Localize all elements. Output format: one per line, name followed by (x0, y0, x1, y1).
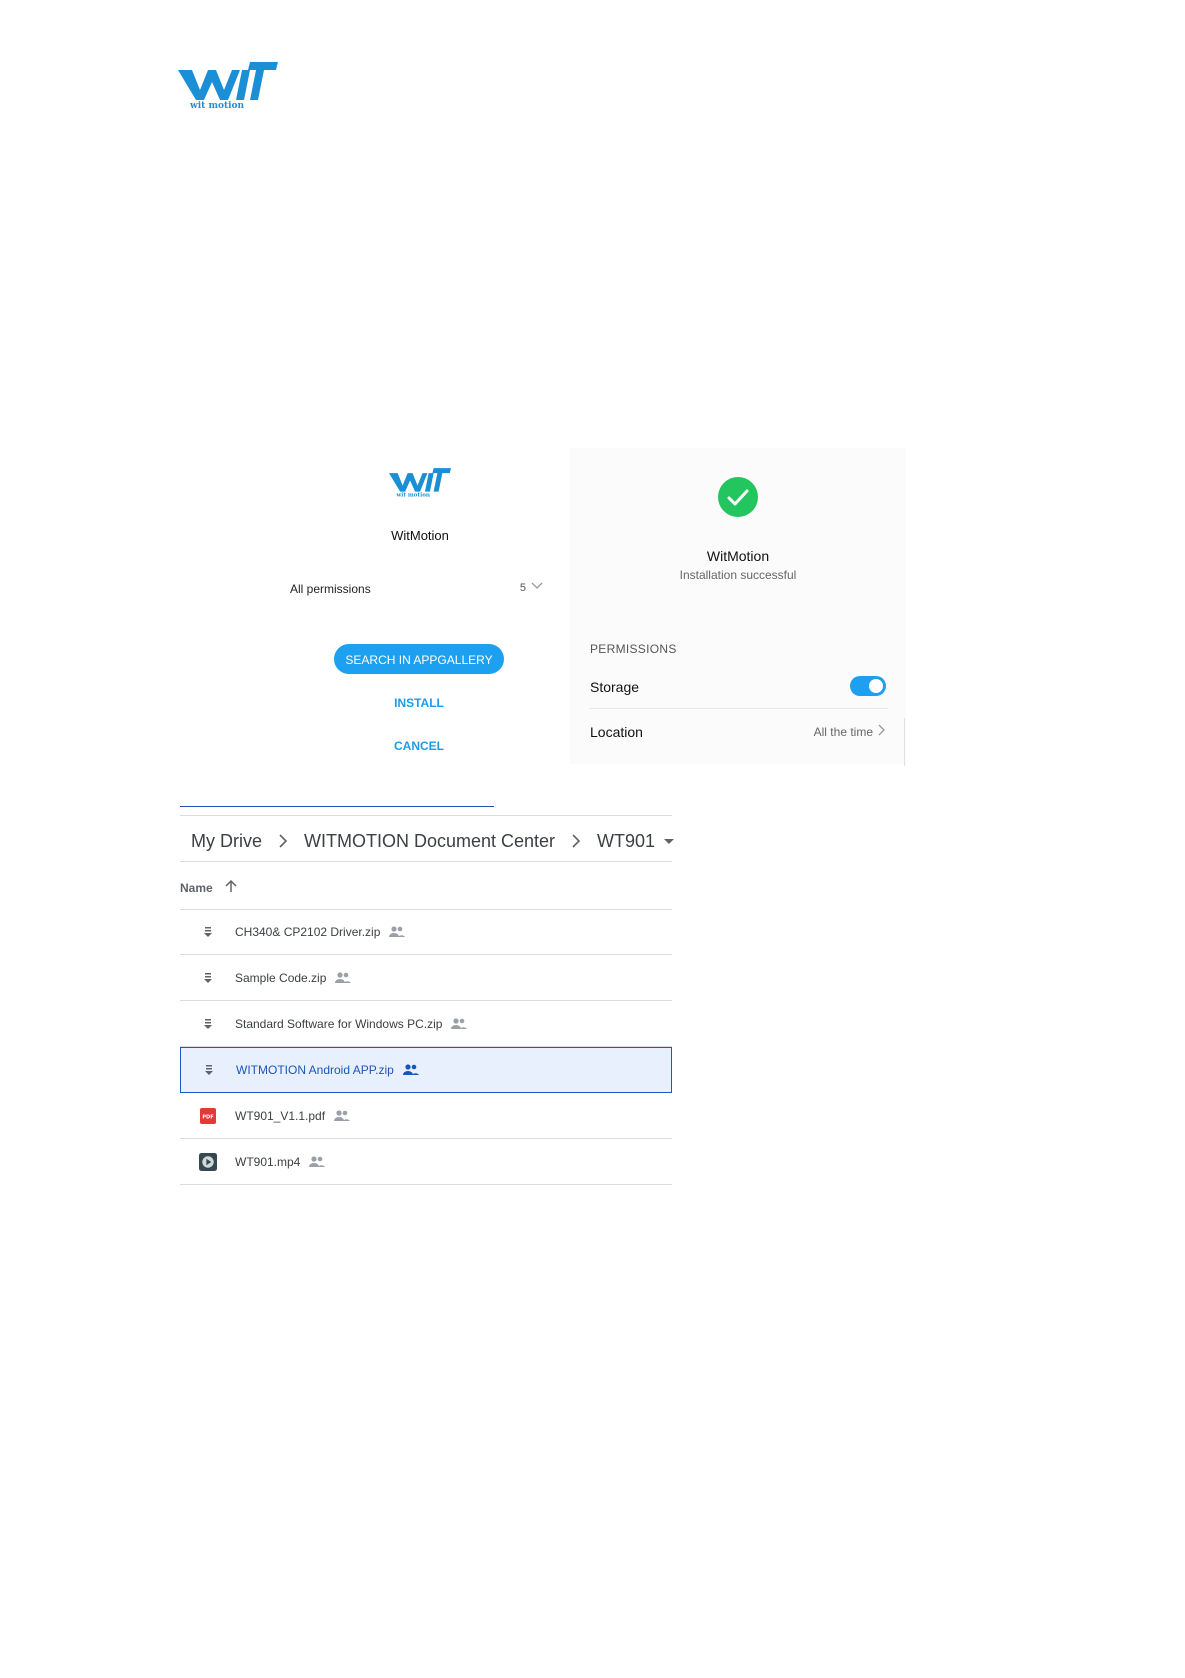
shared-users-icon (389, 926, 406, 937)
install-button[interactable]: INSTALL (334, 696, 504, 710)
breadcrumb-top-divider (180, 815, 672, 816)
panel-edge (904, 718, 905, 766)
shared-users-icon (451, 1017, 468, 1029)
chevron-down-icon (531, 582, 543, 589)
caret-down-icon[interactable] (661, 833, 677, 849)
sort-up-arrow-icon[interactable] (223, 878, 239, 894)
file-name: WT901_V1.1.pdf (235, 1108, 326, 1123)
success-check-icon (718, 477, 758, 517)
zip-icon (199, 969, 217, 987)
logo-wordmark: wit motion (189, 101, 245, 110)
search-appgallery-button[interactable]: SEARCH IN APPGALLERY (334, 644, 504, 674)
progress-line (180, 806, 494, 807)
svg-text:PDF: PDF (202, 1114, 213, 1120)
app-logo-wordmark: wit motion (395, 493, 430, 499)
storage-toggle[interactable] (850, 676, 886, 696)
video-icon (199, 1152, 217, 1171)
shared-users-icon (335, 971, 352, 983)
permissions-count: 5 (519, 582, 526, 594)
file-row-selected[interactable]: WITMOTION Android APP.zip (180, 1047, 672, 1093)
zip-icon (199, 923, 217, 941)
file-name: WITMOTION Android APP.zip (236, 1063, 394, 1077)
breadcrumb-bottom-divider (180, 861, 672, 862)
shared-users-icon (309, 1155, 326, 1167)
permissions-header: PERMISSIONS (590, 642, 677, 656)
shared-users-icon (334, 1109, 351, 1121)
toggle-knob (869, 679, 883, 693)
app-logo: wit motion (389, 468, 451, 499)
shared-users-icon (402, 1064, 419, 1075)
pdf-icon: PDF (199, 1107, 217, 1125)
file-name: Sample Code.zip (235, 970, 327, 985)
breadcrumb-wt901[interactable]: WT901 (595, 831, 657, 852)
file-row[interactable]: PDF WT901_V1.1.pdf (180, 1093, 672, 1139)
permissions-divider (590, 708, 888, 709)
column-header-name[interactable]: Name (180, 881, 213, 895)
install-status: Installation successful (679, 568, 797, 582)
zip-icon (200, 1061, 218, 1079)
breadcrumb-my-drive[interactable]: My Drive (189, 831, 264, 852)
installed-app-name: WitMotion (706, 548, 770, 564)
file-row[interactable]: Standard Software for Windows PC.zip (180, 1001, 672, 1047)
app-name: WitMotion (391, 528, 449, 543)
file-row[interactable]: CH340& CP2102 Driver.zip (180, 909, 672, 955)
permissions-label: All permissions (290, 582, 371, 596)
breadcrumb: My Drive WITMOTION Document Center WT901 (189, 826, 677, 856)
file-list: CH340& CP2102 Driver.zip Sample Code.zip… (180, 909, 672, 1185)
location-permission-label[interactable]: Location (590, 724, 643, 740)
chevron-right-icon (572, 834, 581, 848)
all-permissions-row[interactable]: All permissions 5 (290, 582, 544, 596)
cancel-button[interactable]: CANCEL (334, 739, 504, 753)
location-permission-value[interactable]: All the time (780, 725, 873, 739)
breadcrumb-document-center[interactable]: WITMOTION Document Center (302, 831, 557, 852)
file-name: CH340& CP2102 Driver.zip (235, 925, 381, 939)
file-row[interactable]: WT901.mp4 (180, 1139, 672, 1185)
file-name: WT901.mp4 (235, 1154, 301, 1169)
file-name: Standard Software for Windows PC.zip (235, 1016, 443, 1031)
file-row[interactable]: Sample Code.zip (180, 955, 672, 1001)
zip-icon (199, 1015, 217, 1033)
chevron-right-icon[interactable] (876, 722, 886, 738)
chevron-right-icon (279, 834, 288, 848)
storage-permission-label: Storage (590, 679, 640, 695)
witmotion-logo: wit motion (178, 62, 278, 110)
